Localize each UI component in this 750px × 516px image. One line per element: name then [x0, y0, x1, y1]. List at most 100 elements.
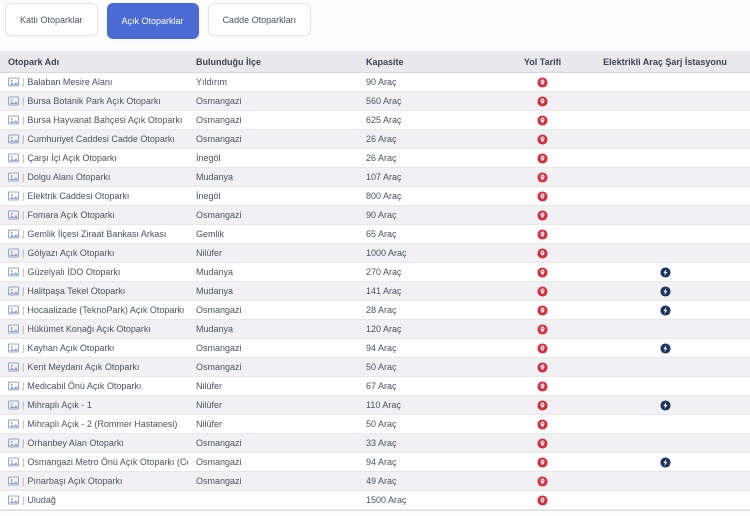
capacity-cell: 625 Araç: [366, 115, 402, 125]
parking-thumbnail-icon: [8, 305, 19, 315]
location-pin-icon[interactable]: [537, 266, 548, 278]
location-pin-icon[interactable]: [537, 133, 548, 145]
district-cell: Gemlik: [196, 229, 225, 239]
location-pin-icon[interactable]: [537, 494, 548, 506]
name-separator: |: [22, 248, 25, 258]
capacity-cell: 270 Araç: [366, 267, 402, 277]
name-separator: |: [22, 381, 25, 391]
directions-cell: [505, 152, 580, 164]
directions-cell: [505, 171, 580, 183]
table-row: | Hocaalizade (TeknoPark) Açık Otoparkı …: [0, 301, 750, 320]
location-pin-icon[interactable]: [537, 228, 548, 240]
district-cell: Mudanya: [196, 172, 234, 182]
location-pin-icon[interactable]: [537, 323, 548, 335]
table-row: | Gölyazı Açık Otoparkı Nilüfer 1000 Ara…: [0, 244, 750, 263]
table-row: | Uludağ 1500 Araç: [0, 491, 750, 510]
otopark-name-cell: | Hocaalizade (TeknoPark) Açık Otoparkı: [0, 305, 188, 315]
parking-thumbnail-icon: [8, 191, 19, 201]
directions-cell: [505, 342, 580, 354]
otopark-name: Bursa Hayvanat Bahçesi Açık Otoparkı: [27, 115, 183, 125]
location-pin-icon[interactable]: [537, 114, 548, 126]
name-separator: |: [22, 476, 25, 486]
directions-cell: [505, 228, 580, 240]
tab-katli-otoparklar[interactable]: Katlı Otoparklar: [5, 3, 98, 36]
location-pin-icon[interactable]: [537, 95, 548, 107]
parking-thumbnail-icon: [8, 267, 19, 277]
ev-charging-bolt-icon: [659, 342, 671, 354]
capacity-cell: 120 Araç: [366, 324, 402, 334]
table-row: | Halitpaşa Tekel Otoparkı Mudanya 141 A…: [0, 282, 750, 301]
location-pin-icon[interactable]: [537, 361, 548, 373]
otopark-name-cell: | Balaban Mesire Alanı: [0, 77, 188, 87]
location-pin-icon[interactable]: [537, 152, 548, 164]
location-pin-icon[interactable]: [537, 456, 548, 468]
ev-charging-bolt-icon: [659, 266, 671, 278]
tab-acik-otoparklar[interactable]: Açık Otoparklar: [106, 3, 199, 39]
location-pin-icon[interactable]: [537, 190, 548, 202]
district-cell: Nilüfer: [196, 419, 223, 429]
table-row: | Fomara Açık Otoparkı Osmangazi 90 Araç: [0, 206, 750, 225]
location-pin-icon[interactable]: [537, 399, 548, 411]
parking-lots-table: Otopark Adı Bulunduğu İlçe Kapasite Yol …: [0, 51, 750, 511]
name-separator: |: [22, 419, 25, 429]
table-header-row: Otopark Adı Bulunduğu İlçe Kapasite Yol …: [0, 51, 750, 73]
location-pin-icon[interactable]: [537, 209, 548, 221]
directions-cell: [505, 475, 580, 487]
name-separator: |: [22, 191, 25, 201]
directions-cell: [505, 190, 580, 202]
parking-thumbnail-icon: [8, 115, 19, 125]
table-row: | Elektrik Caddesi Otoparkı İnegöl 800 A…: [0, 187, 750, 206]
table-row: | Orhanbey Alan Otoparkı Osmangazi 33 Ar…: [0, 434, 750, 453]
tab-cadde-otoparklari[interactable]: Cadde Otoparkları: [207, 3, 312, 36]
district-cell: Osmangazi: [196, 438, 242, 448]
otopark-name: Osmangazi Metro Önü Açık Otoparkı (Cep): [27, 457, 188, 467]
otopark-name: Güzelyalı İDO Otoparkı: [27, 267, 121, 277]
directions-cell: [505, 285, 580, 297]
parking-lots-page: Katlı Otoparklar Açık Otoparklar Cadde O…: [0, 0, 750, 516]
location-pin-icon[interactable]: [537, 285, 548, 297]
otopark-name: Balaban Mesire Alanı: [27, 77, 113, 87]
table-row: | Çarşı İçi Açık Otoparkı İnegöl 26 Araç: [0, 149, 750, 168]
ev-charging-bolt-icon: [659, 399, 671, 411]
name-separator: |: [22, 267, 25, 277]
name-separator: |: [22, 210, 25, 220]
location-pin-icon[interactable]: [537, 342, 548, 354]
table-row: | Osmangazi Metro Önü Açık Otoparkı (Cep…: [0, 453, 750, 472]
name-separator: |: [22, 362, 25, 372]
capacity-cell: 49 Araç: [366, 476, 397, 486]
location-pin-icon[interactable]: [537, 418, 548, 430]
directions-cell: [505, 494, 580, 506]
otopark-name-cell: | Medicabil Önü Açık Otoparkı: [0, 381, 188, 391]
table-row: | Balaban Mesire Alanı Yıldırım 90 Araç: [0, 73, 750, 92]
header-bulundugu-ilce: Bulunduğu İlçe: [196, 56, 261, 67]
otopark-name: Halitpaşa Tekel Otoparkı: [27, 286, 126, 296]
name-separator: |: [22, 457, 25, 467]
location-pin-icon[interactable]: [537, 475, 548, 487]
otopark-name-cell: | Elektrik Caddesi Otoparkı: [0, 191, 188, 201]
location-pin-icon[interactable]: [537, 380, 548, 392]
tab-label: Açık Otoparklar: [121, 16, 184, 26]
otopark-name: Orhanbey Alan Otoparkı: [27, 438, 124, 448]
otopark-name-cell: | Bursa Botanik Park Açık Otoparkı: [0, 96, 188, 106]
directions-cell: [505, 361, 580, 373]
table-row: | Bursa Botanik Park Açık Otoparkı Osman…: [0, 92, 750, 111]
location-pin-icon[interactable]: [537, 247, 548, 259]
directions-cell: [505, 209, 580, 221]
otopark-name: Dolgu Alanı Otoparkı: [27, 172, 111, 182]
parking-thumbnail-icon: [8, 438, 19, 448]
table-row: | Bursa Hayvanat Bahçesi Açık Otoparkı O…: [0, 111, 750, 130]
ev-charging-cell: [580, 266, 750, 278]
directions-cell: [505, 437, 580, 449]
district-cell: Nilüfer: [196, 381, 223, 391]
ev-charging-cell: [580, 399, 750, 411]
otopark-name: Bursa Botanik Park Açık Otoparkı: [27, 96, 161, 106]
location-pin-icon[interactable]: [537, 304, 548, 316]
capacity-cell: 94 Araç: [366, 457, 397, 467]
district-cell: Nilüfer: [196, 248, 223, 258]
otopark-name-cell: | Hükümet Konağı Açık Otoparkı: [0, 324, 188, 334]
location-pin-icon[interactable]: [537, 76, 548, 88]
location-pin-icon[interactable]: [537, 171, 548, 183]
otopark-name: Çarşı İçi Açık Otoparkı: [27, 153, 117, 163]
location-pin-icon[interactable]: [537, 437, 548, 449]
capacity-cell: 90 Araç: [366, 210, 397, 220]
